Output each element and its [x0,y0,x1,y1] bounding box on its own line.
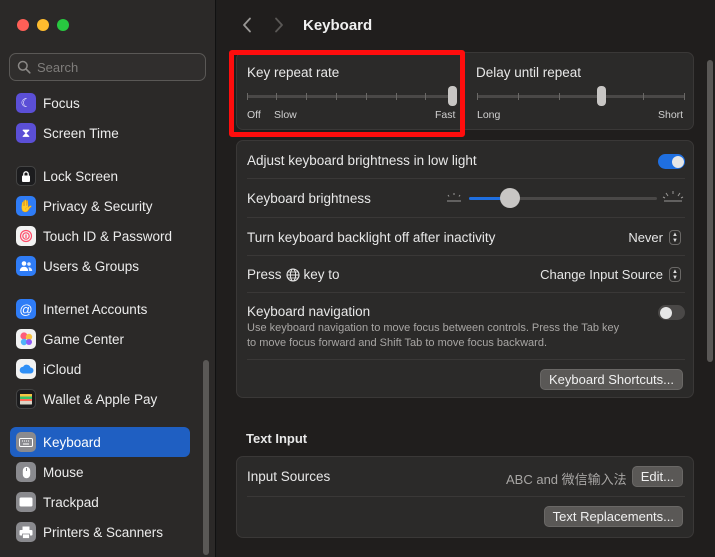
sidebar-item-privacy-security[interactable]: ✋ Privacy & Security [10,191,190,221]
moon-icon: ☾ [16,93,36,113]
description-line: Use keyboard navigation to move focus be… [247,322,620,334]
main-scrollbar[interactable] [707,60,713,362]
search-icon [17,60,31,74]
sidebar-item-trackpad[interactable]: Trackpad [10,487,190,517]
sidebar-item-users-groups[interactable]: Users & Groups [10,251,190,281]
delay-repeat-slider-thumb[interactable] [597,86,606,106]
printer-icon [16,522,36,542]
keyboard-brightness-label: Keyboard brightness [247,191,371,206]
press-key-popup[interactable]: Change Input Source ▲ ▼ [540,267,681,282]
cloud-icon [16,359,36,379]
sidebar-item-label: Mouse [43,464,84,480]
sidebar-item-lock-screen[interactable]: Lock Screen [10,161,190,191]
hourglass-icon: ⧗ [16,123,36,143]
lock-icon [16,166,36,186]
brightness-low-icon [447,193,461,202]
fingerprint-icon [16,226,36,246]
sidebar-item-label: Lock Screen [43,168,119,184]
input-sources-label: Input Sources [247,469,331,484]
search-field[interactable] [9,53,206,81]
sidebar-item-label: Game Center [43,331,125,347]
keyboard-shortcuts-button[interactable]: Keyboard Shortcuts... [539,369,683,390]
delay-short-label: Short [658,109,684,121]
text-input-section-title: Text Input [246,431,308,446]
sidebar-item-focus[interactable]: ☾ Focus [10,88,190,118]
sidebar-scrollbar[interactable] [203,360,209,555]
sidebar-item-label: Keyboard [43,434,101,450]
sidebar-item-game-center[interactable]: Game Center [10,324,190,354]
sidebar-item-label: Trackpad [43,494,99,510]
page-title: Keyboard [303,16,373,34]
adjust-brightness-label: Adjust keyboard brightness in low light [247,153,477,168]
delay-long-label: Long [477,109,501,121]
keyboard-navigation-toggle[interactable] [658,305,685,320]
chevron-right-icon [275,17,283,33]
annotation-highlight-box [229,50,465,137]
window-controls [17,19,69,31]
brightness-high-icon [662,191,684,202]
backlight-off-label: Turn keyboard backlight off after inacti… [247,230,496,245]
press-key-value: Change Input Source [540,267,663,282]
sidebar-item-label: Touch ID & Password [43,228,173,244]
press-key-label-after: key to [303,267,340,282]
delay-repeat-label: Delay until repeat [476,65,582,80]
adjust-brightness-toggle[interactable] [658,154,685,169]
sidebar-item-touch-id[interactable]: Touch ID & Password [10,221,190,251]
sidebar-item-wallet[interactable]: Wallet & Apple Pay [10,384,190,414]
sidebar-item-label: iCloud [43,361,82,377]
game-center-icon [16,329,36,349]
keyboard-navigation-label: Keyboard navigation [247,304,371,319]
sidebar-item-icloud[interactable]: iCloud [10,354,190,384]
keyboard-settings-card: Adjust keyboard brightness in low light … [236,140,694,398]
sidebar-item-mouse[interactable]: Mouse [10,457,190,487]
chevron-up-down-icon: ▲ ▼ [669,267,681,282]
chevron-left-icon [243,17,251,33]
input-sources-value: ABC and 微信输入法 [506,472,627,487]
backlight-off-popup[interactable]: Never ▲ ▼ [628,230,681,245]
sidebar-item-label: Screen Time [43,125,119,141]
back-button[interactable] [237,14,257,36]
edit-input-sources-button[interactable]: Edit... [631,466,683,487]
sidebar: ☾ Focus ⧗ Screen Time Lock Screen ✋ Priv… [0,0,216,557]
sidebar-item-internet-accounts[interactable]: @ Internet Accounts [10,294,190,324]
search-input[interactable] [37,59,197,75]
sidebar-item-label: Internet Accounts [43,301,148,317]
press-key-row: Press key to [247,267,340,282]
keyboard-icon [16,432,36,452]
forward-button[interactable] [269,14,289,36]
press-key-label-before: Press [247,267,282,282]
text-replacements-button[interactable]: Text Replacements... [543,506,683,527]
sidebar-item-label: Wallet & Apple Pay [43,391,158,407]
text-input-card: Input Sources ABC and 微信输入法 Edit... Text… [236,456,694,538]
wallet-icon [16,389,36,409]
sidebar-item-screen-time[interactable]: ⧗ Screen Time [10,118,190,148]
sidebar-item-keyboard[interactable]: Keyboard [10,427,190,457]
brightness-slider-thumb[interactable] [500,188,520,208]
sidebar-item-label: Printers & Scanners [43,524,164,540]
globe-icon [285,267,300,282]
sidebar-item-label: Focus [43,95,80,111]
sidebar-item-printers[interactable]: Printers & Scanners [10,517,190,547]
mouse-icon [16,462,36,482]
sidebar-item-label: Users & Groups [43,258,140,274]
users-icon [16,256,36,276]
zoom-window-button[interactable] [57,19,69,31]
keyboard-navigation-description: Use keyboard navigation to move focus be… [247,321,667,351]
minimize-window-button[interactable] [37,19,49,31]
at-icon: @ [16,299,36,319]
chevron-up-down-icon: ▲ ▼ [669,230,681,245]
trackpad-icon [16,492,36,512]
sidebar-item-label: Privacy & Security [43,198,153,214]
backlight-off-value: Never [628,230,663,245]
navigation-bar: Keyboard [237,14,372,36]
close-window-button[interactable] [17,19,29,31]
description-line: to move focus forward and Shift Tab to m… [247,337,548,349]
hand-icon: ✋ [16,196,36,216]
